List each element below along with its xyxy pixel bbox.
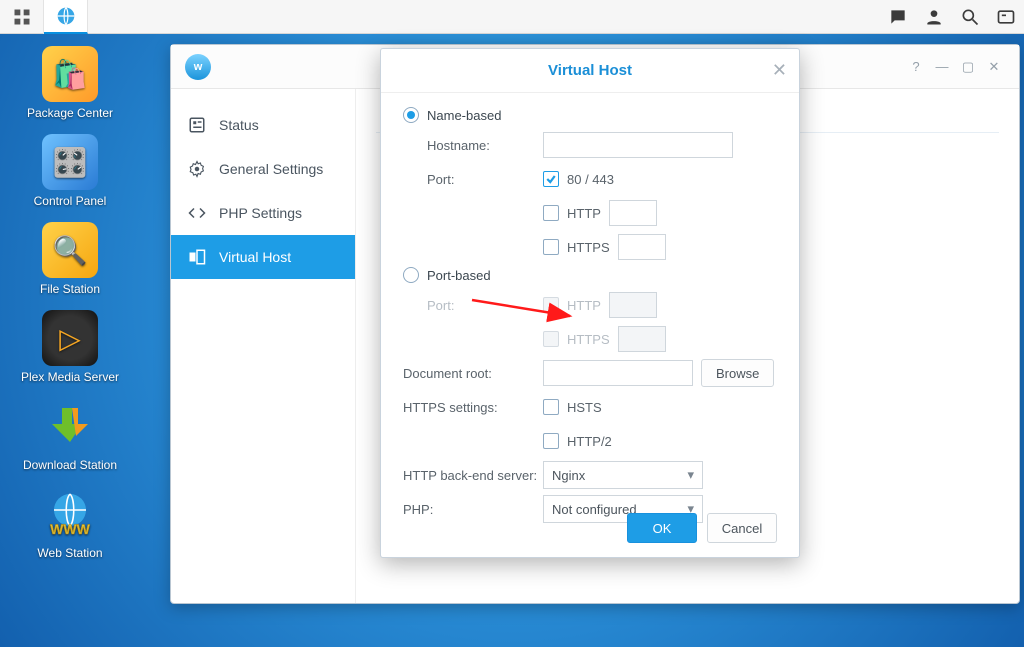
radio-label: Port-based	[427, 268, 491, 283]
port2-https-checkbox	[543, 331, 559, 347]
port-https-input[interactable]	[618, 234, 666, 260]
backend-value: Nginx	[552, 468, 585, 483]
dialog-header: Virtual Host ✕	[381, 49, 799, 93]
port-label: Port:	[403, 172, 543, 187]
gear-icon	[187, 159, 207, 179]
virtual-host-dialog: Virtual Host ✕ Name-based Hostname: Port…	[380, 48, 800, 558]
backend-label: HTTP back-end server:	[403, 468, 543, 483]
user-icon[interactable]	[916, 0, 952, 34]
port2-http-input	[609, 292, 657, 318]
taskbar	[0, 0, 1024, 34]
card-icon[interactable]	[988, 0, 1024, 34]
radio-label: Name-based	[427, 108, 501, 123]
desktop-icon-control-panel[interactable]: 🎛️ Control Panel	[10, 134, 130, 208]
php-value: Not configured	[552, 502, 637, 517]
sidebar-item-status[interactable]: Status	[171, 103, 355, 147]
browse-button[interactable]: Browse	[701, 359, 774, 387]
app-logo-icon: w	[185, 54, 211, 80]
port2-http-checkbox	[543, 297, 559, 313]
desktop-icon-label: Control Panel	[34, 194, 107, 208]
backend-select[interactable]: Nginx ▾	[543, 461, 703, 489]
port-label-2: Port:	[403, 298, 543, 313]
web-station-task-button[interactable]	[44, 0, 88, 34]
document-root-input[interactable]	[543, 360, 693, 386]
svg-text:WWW: WWW	[50, 521, 90, 537]
hostname-input[interactable]	[543, 132, 733, 158]
desktop-icons: 🛍️ Package Center 🎛️ Control Panel 🔍 Fil…	[10, 46, 130, 560]
window-maximize-button[interactable]: ▢	[957, 56, 979, 78]
desktop-icon-label: Web Station	[37, 546, 102, 560]
port-default-label: 80 / 443	[567, 172, 614, 187]
sliders-icon: 🎛️	[42, 134, 98, 190]
hsts-label: HSTS	[567, 400, 602, 415]
desktop: 🛍️ Package Center 🎛️ Control Panel 🔍 Fil…	[0, 0, 1024, 647]
hsts-checkbox[interactable]	[543, 399, 559, 415]
cancel-button[interactable]: Cancel	[707, 513, 777, 543]
document-root-label: Document root:	[403, 366, 543, 381]
window-help-button[interactable]: ?	[905, 56, 927, 78]
window-minimize-button[interactable]: —	[931, 56, 953, 78]
search-icon[interactable]	[952, 0, 988, 34]
name-based-radio[interactable]: Name-based	[403, 107, 777, 123]
code-icon	[187, 203, 207, 223]
sidebar-item-label: General Settings	[219, 161, 323, 177]
desktop-icon-label: Download Station	[23, 458, 117, 472]
download-icon	[42, 398, 98, 454]
chevron-down-icon: ▾	[687, 467, 694, 483]
radio-icon	[403, 267, 419, 283]
globe-www-icon: WWW	[42, 486, 98, 542]
dialog-close-button[interactable]: ✕	[772, 61, 787, 79]
desktop-icon-file-station[interactable]: 🔍 File Station	[10, 222, 130, 296]
https-label-2: HTTPS	[567, 332, 610, 347]
vhost-icon	[187, 247, 207, 267]
window-close-button[interactable]: ✕	[983, 56, 1005, 78]
desktop-icon-label: File Station	[40, 282, 100, 296]
port-http-input[interactable]	[609, 200, 657, 226]
apps-grid-button[interactable]	[0, 0, 44, 34]
radio-icon	[403, 107, 419, 123]
desktop-icon-label: Package Center	[27, 106, 113, 120]
https-label: HTTPS	[567, 240, 610, 255]
port2-https-input	[618, 326, 666, 352]
ok-button[interactable]: OK	[627, 513, 697, 543]
chat-icon[interactable]	[880, 0, 916, 34]
bag-icon: 🛍️	[42, 46, 98, 102]
sidebar-item-label: Status	[219, 117, 259, 133]
desktop-icon-web-station[interactable]: WWW Web Station	[10, 486, 130, 560]
desktop-icon-label: Plex Media Server	[21, 370, 119, 384]
port-https-checkbox[interactable]	[543, 239, 559, 255]
sidebar-item-label: Virtual Host	[219, 249, 291, 265]
port-default-checkbox[interactable]	[543, 171, 559, 187]
sidebar-item-php[interactable]: PHP Settings	[171, 191, 355, 235]
http-label-2: HTTP	[567, 298, 601, 313]
desktop-icon-download-station[interactable]: Download Station	[10, 398, 130, 472]
http2-label: HTTP/2	[567, 434, 612, 449]
http2-checkbox[interactable]	[543, 433, 559, 449]
desktop-icon-plex[interactable]: ▷ Plex Media Server	[10, 310, 130, 384]
port-http-checkbox[interactable]	[543, 205, 559, 221]
http-label: HTTP	[567, 206, 601, 221]
hostname-label: Hostname:	[403, 138, 543, 153]
sidebar-item-general[interactable]: General Settings	[171, 147, 355, 191]
port-based-radio[interactable]: Port-based	[403, 267, 777, 283]
folder-search-icon: 🔍	[42, 222, 98, 278]
desktop-icon-package-center[interactable]: 🛍️ Package Center	[10, 46, 130, 120]
sidebar-item-virtual-host[interactable]: Virtual Host	[171, 235, 355, 279]
status-icon	[187, 115, 207, 135]
plex-icon: ▷	[42, 310, 98, 366]
sidebar: Status General Settings PHP Settings Vir…	[171, 89, 356, 603]
https-settings-label: HTTPS settings:	[403, 400, 543, 415]
php-label: PHP:	[403, 502, 543, 517]
dialog-title: Virtual Host	[548, 62, 632, 79]
sidebar-item-label: PHP Settings	[219, 205, 302, 221]
